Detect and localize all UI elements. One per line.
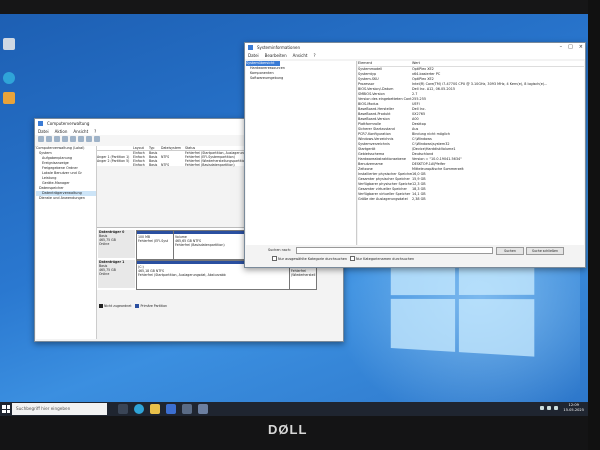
si-menu-bearbeiten[interactable]: Bearbeiten bbox=[265, 52, 287, 59]
cell: Basis bbox=[149, 163, 158, 167]
row-value: 2,38 GB bbox=[412, 197, 426, 201]
cm-title: Computerverwaltung bbox=[47, 121, 90, 126]
checkbox-label: Nur ausgewählte Kategorie durchsuchen bbox=[278, 256, 348, 261]
col-type[interactable]: Typ bbox=[149, 146, 161, 150]
maximize-icon[interactable]: □ bbox=[568, 43, 573, 52]
settings-icon[interactable] bbox=[94, 136, 100, 142]
si-tree: Systemübersicht Hardwareressourcen Kompo… bbox=[246, 61, 357, 245]
search-input[interactable] bbox=[296, 247, 493, 254]
keyboard-icon[interactable] bbox=[554, 406, 558, 410]
forward-icon[interactable] bbox=[46, 136, 52, 142]
delete-icon[interactable] bbox=[86, 136, 92, 142]
disk-status: Online bbox=[99, 242, 110, 246]
cm-menu-help[interactable]: ? bbox=[94, 128, 96, 135]
si-menubar: Datei Bearbeiten Ansicht ? bbox=[245, 52, 585, 59]
cm-menu-datei[interactable]: Datei bbox=[38, 128, 49, 135]
task-view-icon[interactable] bbox=[118, 404, 128, 414]
partition-efi[interactable]: 100 MB Fehlerfrei (EFI-Syst bbox=[136, 230, 174, 260]
si-titlebar[interactable]: Systeminformationen – □ × bbox=[245, 43, 585, 52]
chk-category-names[interactable]: Nur Kategorienamen durchsuchen bbox=[350, 256, 414, 261]
disk-1-label: Datenträger 1 Basis 465,75 GB Online bbox=[98, 260, 135, 288]
cell: NTFS bbox=[161, 163, 170, 167]
volume-icon[interactable] bbox=[547, 406, 551, 410]
si-menu-ansicht[interactable]: Ansicht bbox=[293, 52, 308, 59]
si-title: Systeminformationen bbox=[257, 45, 300, 50]
system-tray bbox=[540, 406, 558, 410]
desktop-icon-recycle-bin[interactable] bbox=[0, 38, 18, 58]
legend-unallocated: Nicht zugeordnet bbox=[99, 303, 131, 309]
computer-management-icon bbox=[38, 121, 43, 126]
taskbar-apps bbox=[118, 404, 208, 414]
find-button[interactable]: Suchen bbox=[496, 247, 524, 255]
up-icon[interactable] bbox=[54, 136, 60, 142]
col-volume[interactable] bbox=[97, 146, 133, 150]
legend-label: Nicht zugeordnet bbox=[104, 304, 132, 308]
cm-tree: Computerverwaltung (Lokal) System Aufgab… bbox=[36, 146, 97, 339]
clock-date: 15.05.2025 bbox=[563, 408, 584, 412]
taskbar: Suchbegriff hier eingeben 12:09 15.05.20… bbox=[0, 402, 588, 416]
disk-0-label: Datenträger 0 Basis 465,75 GB Online bbox=[98, 230, 135, 258]
monitor-bezel-side bbox=[588, 0, 600, 450]
start-button[interactable] bbox=[2, 405, 10, 413]
desktop-icon-edge[interactable] bbox=[0, 72, 18, 92]
partition-status: Fehlerfrei (EFI-Syst bbox=[138, 239, 169, 243]
chk-selected-category[interactable]: Nur ausgewählte Kategorie durchsuchen bbox=[272, 256, 347, 261]
clock[interactable]: 12:09 15.05.2025 bbox=[563, 403, 584, 413]
store-icon[interactable] bbox=[166, 404, 176, 414]
refresh-icon[interactable] bbox=[78, 136, 84, 142]
file-explorer-icon[interactable] bbox=[150, 404, 160, 414]
system-info-task-icon[interactable] bbox=[198, 404, 208, 414]
tree-item-services[interactable]: Dienste und Anwendungen bbox=[36, 196, 96, 201]
computer-management-task-icon[interactable] bbox=[182, 404, 192, 414]
close-icon[interactable]: × bbox=[579, 43, 583, 52]
si-menu-help[interactable]: ? bbox=[313, 52, 315, 59]
checkbox-icon[interactable] bbox=[350, 256, 355, 261]
close-search-button[interactable]: Suche schließen bbox=[526, 247, 564, 255]
system-information-icon bbox=[248, 45, 253, 50]
monitor-brand-logo: DØLL bbox=[268, 422, 308, 437]
si-search-bar: Suchen nach: Suchen Suche schließen Nur … bbox=[246, 246, 584, 266]
network-icon[interactable] bbox=[540, 406, 544, 410]
help-icon[interactable] bbox=[70, 136, 76, 142]
desktop: Computerverwaltung –□ × Datei Aktion Ansi… bbox=[0, 14, 588, 416]
si-detail-table: Element Wert Systemmodell OptiPlex XE2 Sys… bbox=[358, 61, 584, 245]
cm-menu-aktion[interactable]: Aktion bbox=[55, 128, 68, 135]
row-element: Größe der Auslagerungsdatei bbox=[358, 197, 408, 201]
legend-label: Primäre Partition bbox=[140, 304, 168, 308]
desktop-icon-app[interactable] bbox=[0, 92, 18, 112]
edge-icon[interactable] bbox=[134, 404, 144, 414]
disk-status: Online bbox=[99, 272, 110, 276]
si-menu-datei[interactable]: Datei bbox=[248, 52, 259, 59]
col-element[interactable]: Element bbox=[358, 61, 412, 66]
cell bbox=[97, 163, 133, 167]
col-layout[interactable]: Layout bbox=[133, 146, 149, 150]
cell: Einfach bbox=[133, 163, 145, 167]
col-filesystem[interactable]: Dateisystem bbox=[161, 146, 185, 150]
checkbox-icon[interactable] bbox=[272, 256, 277, 261]
search-label: Suchen nach: bbox=[268, 248, 292, 252]
partition-status: Fehlerfrei (Wiederherstell bbox=[291, 269, 316, 277]
system-information-window: Systeminformationen – □ × Datei Bearbeiten… bbox=[244, 42, 586, 268]
tree-item-software-environment[interactable]: Softwareumgebung bbox=[246, 76, 356, 81]
legend-primary: Primäre Partition bbox=[135, 303, 167, 309]
checkbox-label: Nur Kategorienamen durchsuchen bbox=[356, 256, 415, 261]
cm-menu-ansicht[interactable]: Ansicht bbox=[73, 128, 88, 135]
col-value[interactable]: Wert bbox=[412, 61, 584, 66]
properties-icon[interactable] bbox=[62, 136, 68, 142]
table-row[interactable]: Größe der Auslagerungsdatei 2,38 GB bbox=[358, 197, 584, 202]
disk-legend: Nicht zugeordnet Primäre Partition bbox=[97, 303, 319, 309]
minimize-icon[interactable]: – bbox=[560, 43, 563, 52]
partition-status: Fehlerfrei (Startpartition, Auslagerungs… bbox=[138, 273, 226, 277]
taskbar-search-input[interactable]: Suchbegriff hier eingeben bbox=[12, 403, 107, 415]
back-icon[interactable] bbox=[38, 136, 44, 142]
